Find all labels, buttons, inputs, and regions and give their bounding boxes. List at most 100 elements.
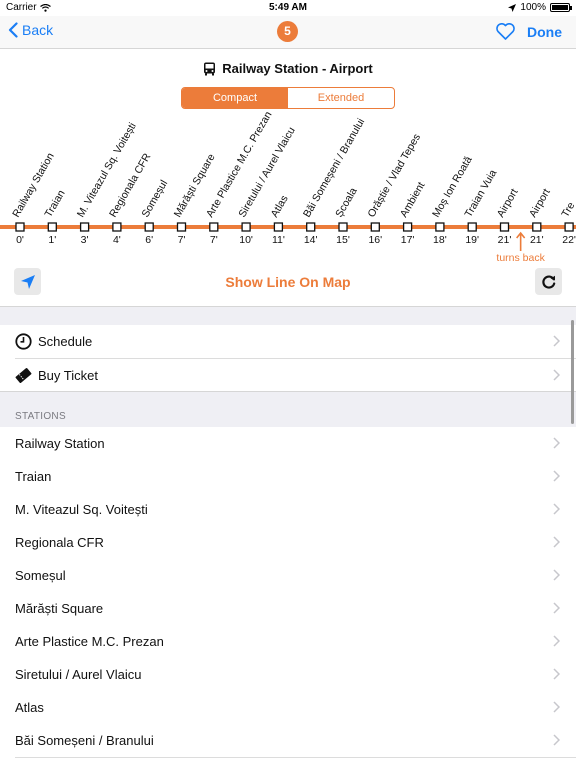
station-name: Railway Station: [15, 436, 105, 451]
stop-time-label: 7': [210, 234, 218, 246]
line-diagram: Railway Station0'Traian1'M. Viteazul Sq.…: [0, 112, 576, 264]
stations-section-header: STATIONS: [15, 411, 66, 422]
chevron-right-icon: [553, 437, 560, 449]
bus-icon: [204, 62, 216, 75]
station-row[interactable]: Traian: [0, 460, 576, 493]
chevron-right-icon: [553, 569, 560, 581]
station-name: Siretului / Aurel Vlaicu: [15, 667, 142, 682]
stop-time-label: 18': [433, 234, 447, 246]
station-row[interactable]: M. Viteazul Sq. Voitești: [0, 493, 576, 526]
station-row[interactable]: Regionala CFR: [0, 526, 576, 559]
stop-marker[interactable]: [15, 222, 25, 232]
stop-marker[interactable]: [564, 222, 574, 232]
stop-marker[interactable]: [112, 222, 122, 232]
schedule-label: Schedule: [38, 334, 93, 349]
stop-marker[interactable]: [144, 222, 154, 232]
schedule-row[interactable]: Schedule: [0, 325, 576, 358]
stop-marker[interactable]: [79, 222, 90, 232]
station-name: Regionala CFR: [15, 535, 104, 550]
clock-icon: [15, 333, 32, 350]
turns-back-arrow-icon: [516, 231, 526, 251]
back-label: Back: [22, 22, 54, 38]
segment-compact[interactable]: Compact: [182, 88, 288, 108]
chevron-right-icon: [553, 668, 560, 680]
station-row[interactable]: Mărăști Square: [0, 592, 576, 625]
buy-ticket-row[interactable]: Buy Ticket: [0, 359, 576, 392]
back-button[interactable]: Back: [8, 22, 53, 38]
stop-marker[interactable]: [435, 222, 445, 232]
stop-time-label: 0': [16, 234, 24, 246]
segment-extended[interactable]: Extended: [288, 88, 394, 108]
stop-name-label: Băi Someșeni / Branului: [301, 116, 367, 219]
stop-time-label: 4': [113, 234, 121, 246]
stop-time-label: 15': [336, 234, 350, 246]
route-title: Railway Station - Airport: [0, 61, 576, 76]
stop-time-label: 3': [81, 234, 89, 246]
stop-time-label: 11': [272, 234, 285, 246]
station-row[interactable]: Arte Plastice M.C. Prezan: [0, 625, 576, 658]
stop-time-label: 19': [465, 234, 479, 246]
battery-icon: [550, 3, 572, 12]
scroll-indicator[interactable]: [571, 320, 574, 424]
stop-time-label: 21': [530, 234, 544, 246]
stop-name-label: Siretului / Aurel Vlaicu: [236, 125, 298, 220]
chevron-right-icon: [553, 701, 560, 713]
buy-ticket-label: Buy Ticket: [38, 368, 98, 383]
station-name: Băi Someșeni / Branului: [15, 733, 154, 748]
chevron-right-icon: [553, 335, 560, 347]
navigation-bar: Back 5 Done: [0, 16, 576, 49]
view-mode-segmented-control: Compact Extended: [181, 87, 395, 109]
station-row[interactable]: Railway Station: [0, 427, 576, 460]
station-name: M. Viteazul Sq. Voitești: [15, 502, 148, 517]
station-row[interactable]: Băi Someșeni / Branului: [0, 724, 576, 757]
stop-marker[interactable]: [209, 222, 219, 232]
stop-name-label: Ambient: [398, 180, 428, 219]
stop-marker[interactable]: [499, 222, 510, 232]
stop-name-label: M. Viteazul Sq. Voitești: [75, 121, 139, 220]
stop-marker[interactable]: [338, 222, 348, 232]
stop-marker[interactable]: [532, 222, 542, 232]
stop-name-label: Airport: [495, 187, 521, 220]
stop-name-label: Atlas: [269, 193, 291, 219]
stop-marker[interactable]: [241, 222, 251, 232]
station-name: Someșul: [15, 568, 66, 583]
refresh-icon: [541, 274, 555, 289]
favorite-button[interactable]: [496, 23, 515, 45]
ticket-icon: [15, 367, 32, 384]
stop-time-label: 21': [498, 234, 512, 246]
stop-name-label: Școala: [333, 186, 360, 220]
section-spacer: [0, 306, 576, 325]
location-arrow-icon: [508, 3, 517, 12]
stop-time-label: 14': [304, 234, 318, 246]
stop-marker[interactable]: [402, 222, 413, 232]
stop-time-label: 16': [368, 234, 382, 246]
stop-marker[interactable]: [467, 222, 477, 232]
show-line-on-map-button[interactable]: Show Line On Map: [0, 274, 576, 290]
stop-marker[interactable]: [273, 222, 284, 232]
done-button[interactable]: Done: [527, 24, 562, 40]
stop-marker[interactable]: [370, 222, 380, 232]
chevron-right-icon: [553, 503, 560, 515]
stations-section-background: [0, 391, 576, 428]
station-row[interactable]: Siretului / Aurel Vlaicu: [0, 658, 576, 691]
stop-name-label: Traian: [43, 188, 68, 220]
station-name: Mărăști Square: [15, 601, 104, 616]
stop-marker[interactable]: [176, 222, 187, 232]
station-row[interactable]: Atlas: [0, 691, 576, 724]
stop-time-label: 1': [48, 234, 56, 246]
stop-name-label: Tre: [559, 200, 576, 219]
stop-time-label: 17': [401, 234, 415, 246]
chevron-left-icon: [8, 22, 18, 38]
station-name: Atlas: [15, 700, 44, 715]
line-number-badge: 5: [277, 21, 298, 42]
stop-name-label: Someșul: [139, 178, 170, 219]
stop-marker[interactable]: [306, 222, 316, 232]
stop-time-label: 10': [239, 234, 253, 246]
station-row[interactable]: Someșul: [0, 559, 576, 592]
refresh-button[interactable]: [535, 268, 562, 295]
stop-name-label: Traian Vuia: [462, 168, 499, 220]
status-time: 5:49 AM: [269, 2, 307, 13]
stop-marker[interactable]: [47, 222, 57, 232]
stop-name-label: Airport: [527, 187, 553, 220]
chevron-right-icon: [553, 470, 560, 482]
